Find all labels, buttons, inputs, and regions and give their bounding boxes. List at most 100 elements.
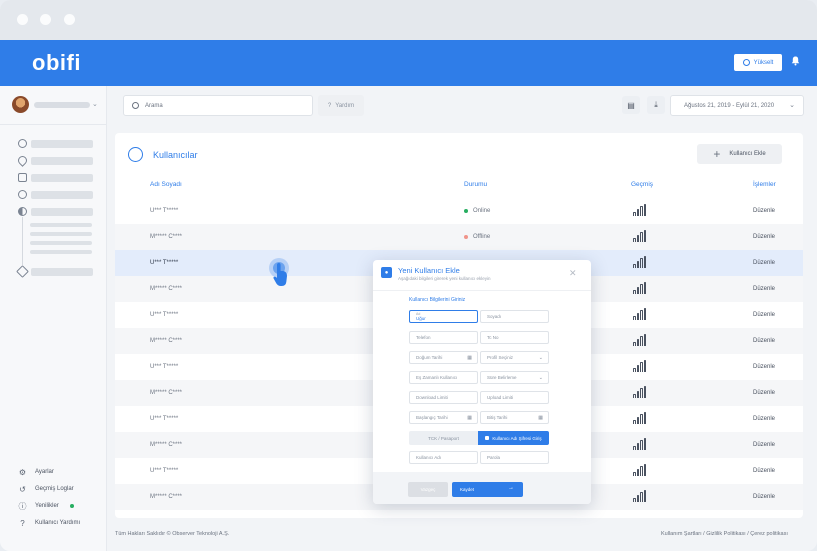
column-header-history[interactable]: Geçmiş: [631, 181, 653, 188]
window-dot[interactable]: [40, 14, 51, 25]
user-name: M***** C****: [150, 494, 183, 500]
calendar-icon: ▦: [467, 415, 472, 421]
download-button[interactable]: ⤓: [647, 96, 665, 114]
chevron-down-icon: ⌄: [538, 355, 543, 361]
tc-passport-toggle[interactable]: TCK / Pasaport: [409, 431, 478, 445]
window-dot[interactable]: [64, 14, 75, 25]
edit-link[interactable]: Düzenle: [753, 468, 775, 474]
table-row[interactable]: M***** C**** Offline Düzenle: [115, 224, 803, 250]
print-button[interactable]: ▤: [622, 96, 640, 114]
column-header-status[interactable]: Durumu: [464, 181, 487, 188]
bar-chart-icon[interactable]: [633, 386, 647, 398]
close-icon[interactable]: ✕: [569, 268, 577, 279]
sidebar-item-devices[interactable]: [18, 173, 98, 183]
edit-link[interactable]: Düzenle: [753, 286, 775, 292]
sidebar-subitem[interactable]: [30, 250, 92, 254]
bar-chart-icon[interactable]: [633, 204, 647, 216]
edit-link[interactable]: Düzenle: [753, 416, 775, 422]
download-limit-field[interactable]: Download Limiti: [409, 391, 478, 404]
birth-date-field[interactable]: Doğum Tarihi ▦: [409, 351, 478, 364]
edit-link[interactable]: Düzenle: [753, 494, 775, 500]
sidebar-item-layers[interactable]: [16, 265, 98, 278]
bar-chart-icon[interactable]: [633, 360, 647, 372]
edit-link[interactable]: Düzenle: [753, 208, 775, 214]
column-header-actions[interactable]: İşlemler: [753, 181, 776, 188]
clock-icon: [18, 139, 27, 148]
edit-link[interactable]: Düzenle: [753, 364, 775, 370]
last-name-field[interactable]: Soyadı: [480, 310, 549, 323]
bar-chart-icon[interactable]: [633, 412, 647, 424]
help-button[interactable]: ? Yardım: [318, 95, 364, 116]
checkbox-icon: [485, 436, 490, 440]
username-field[interactable]: Kullanıcı Adı: [409, 451, 478, 464]
subtree-line: [22, 217, 23, 265]
profile-switcher[interactable]: ⌄: [12, 96, 98, 114]
user-icon: [18, 190, 27, 199]
upgrade-button[interactable]: Yükselt: [734, 54, 782, 71]
column-header-name[interactable]: Adı Soyadı: [150, 181, 182, 188]
sidebar-item-user-help[interactable]: ? Kullanıcı Yardımı: [18, 517, 80, 529]
save-button[interactable]: Kaydet →: [452, 482, 523, 497]
page-title: Kullanıcılar: [128, 147, 198, 162]
status-dot: [69, 504, 74, 508]
edit-link[interactable]: Düzenle: [753, 260, 775, 266]
sidebar-subitem[interactable]: [30, 223, 92, 227]
password-field[interactable]: Parola: [480, 451, 549, 464]
upload-limit-field[interactable]: Upload Limiti: [480, 391, 549, 404]
cancel-button[interactable]: Vazgeç: [408, 482, 448, 497]
tc-field[interactable]: Tc No: [480, 331, 549, 344]
bell-icon[interactable]: [791, 56, 800, 66]
profile-select[interactable]: Profil Seçiniz ⌄: [480, 351, 549, 364]
app-logo: obifi: [32, 50, 81, 75]
table-row[interactable]: U*** T***** Online Düzenle: [115, 198, 803, 224]
user-name: M***** C****: [150, 234, 183, 240]
bar-chart-icon[interactable]: [633, 464, 647, 476]
save-label: Kaydet: [460, 487, 475, 492]
footer-links[interactable]: Kullanım Şartları / Gizlilik Politikası …: [661, 531, 788, 537]
period-select[interactable]: Süre Belirleme ⌄: [480, 371, 549, 384]
sidebar-item-whats-new[interactable]: ⓘ Yenilikler: [18, 500, 74, 512]
first-name-field[interactable]: Ad Uğur: [409, 310, 478, 323]
sidebar-subitem[interactable]: [30, 241, 92, 245]
edit-link[interactable]: Düzenle: [753, 338, 775, 344]
user-name: M***** C****: [150, 442, 183, 448]
bar-chart-icon[interactable]: [633, 256, 647, 268]
sidebar-subitem[interactable]: [30, 232, 92, 236]
edit-link[interactable]: Düzenle: [753, 312, 775, 318]
bar-chart-icon[interactable]: [633, 308, 647, 320]
bar-chart-icon[interactable]: [633, 490, 647, 502]
bar-chart-icon[interactable]: [633, 230, 647, 242]
sidebar-item-settings[interactable]: ⚙ Ayarlar: [18, 466, 54, 478]
sidebar-item-dashboard[interactable]: [18, 139, 98, 149]
add-user-button[interactable]: + Kullanıcı Ekle: [697, 144, 782, 164]
simultaneous-user-field[interactable]: Eş Zamanlı Kullanıcı: [409, 371, 478, 384]
window-dot[interactable]: [17, 14, 28, 25]
phone-field[interactable]: Telefon: [409, 331, 478, 344]
edit-link[interactable]: Düzenle: [753, 234, 775, 240]
add-user-label: Kullanıcı Ekle: [729, 151, 766, 157]
upgrade-label: Yükselt: [753, 59, 774, 66]
bar-chart-icon[interactable]: [633, 282, 647, 294]
sidebar-item-reports[interactable]: [18, 207, 98, 217]
bar-chart-icon[interactable]: [633, 334, 647, 346]
bar-chart-icon[interactable]: [633, 438, 647, 450]
start-date-field[interactable]: Başlangıç Tarihi ▦: [409, 411, 478, 424]
edit-link[interactable]: Düzenle: [753, 390, 775, 396]
sidebar-item-users[interactable]: [18, 190, 98, 200]
calendar-icon: ▦: [467, 355, 472, 361]
gear-icon: ⚙: [18, 467, 27, 477]
user-name: M***** C****: [150, 286, 183, 292]
end-date-field[interactable]: Bitiş Tarihi ▦: [480, 411, 549, 424]
search-input[interactable]: Arama: [123, 95, 313, 116]
search-placeholder: Arama: [145, 102, 163, 109]
sidebar-item-history-logs[interactable]: ↺ Geçmiş Loglar: [18, 483, 74, 495]
edit-link[interactable]: Düzenle: [753, 442, 775, 448]
history-icon: ↺: [19, 484, 26, 494]
sidebar-item-location[interactable]: [16, 154, 98, 167]
date-range-select[interactable]: Ağustos 21, 2019 - Eylül 21, 2020 ⌄: [670, 95, 804, 116]
username-password-toggle[interactable]: Kullanıcı Adı Şifresi Giriş: [478, 431, 549, 445]
help-label: Yardım: [335, 102, 355, 109]
user-name: M***** C****: [150, 390, 183, 396]
modal-subtitle: Aşağıdaki bilgileri girerek yeni kullanı…: [398, 276, 491, 281]
page-title-text: Kullanıcılar: [153, 149, 198, 160]
